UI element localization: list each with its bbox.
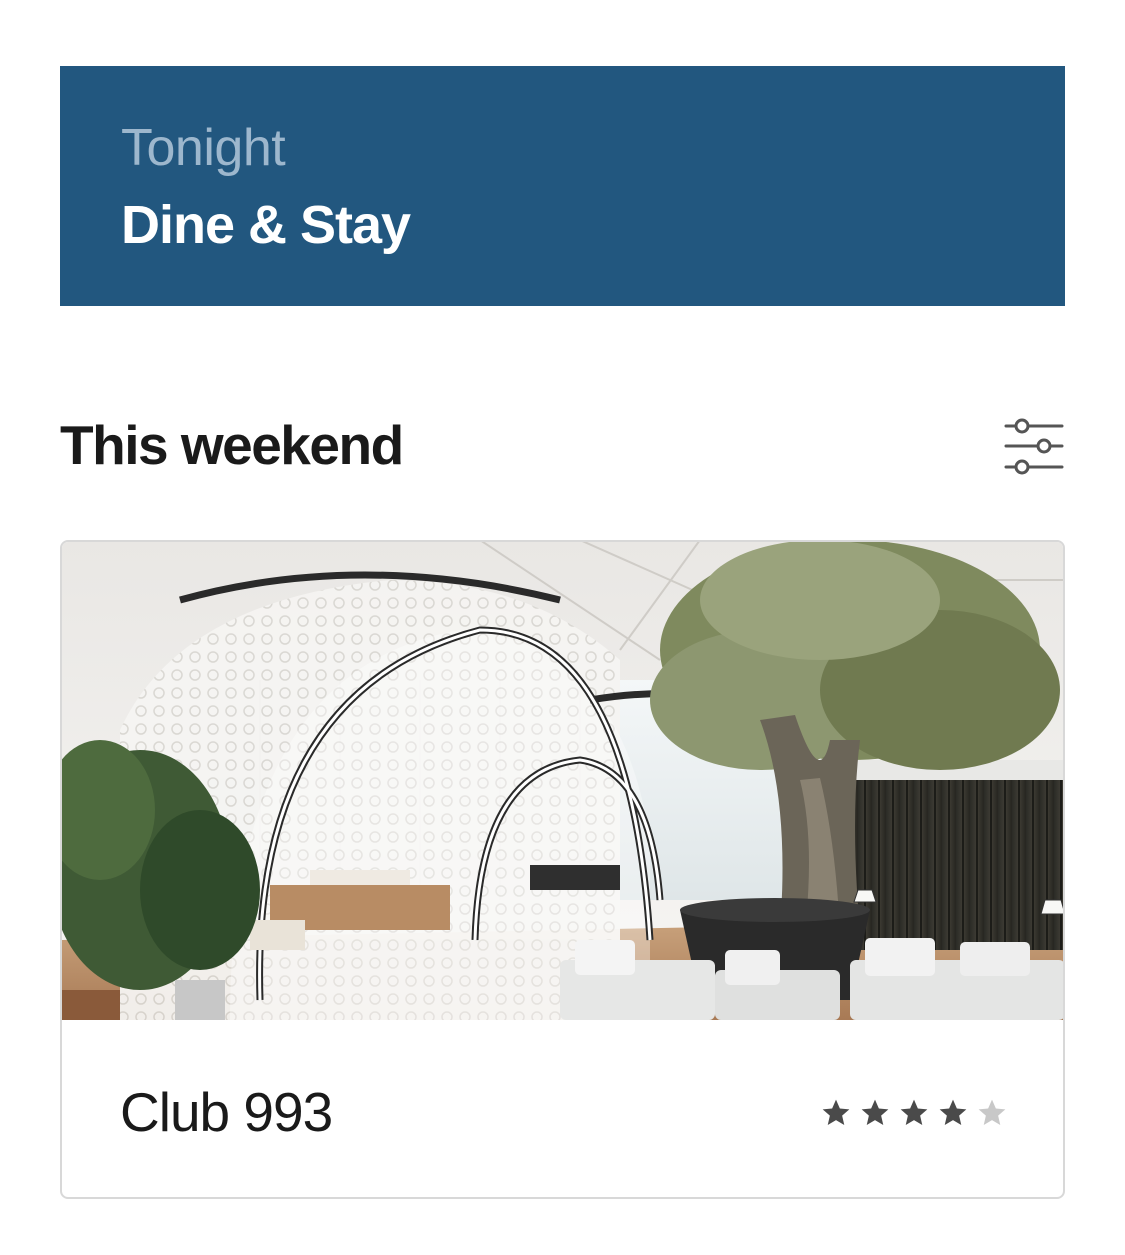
star-empty-icon	[978, 1099, 1006, 1125]
venue-name: Club 993	[120, 1081, 333, 1143]
venue-photo	[62, 542, 1063, 1020]
banner-title: Dine & Stay	[121, 195, 411, 255]
venue-card[interactable]: Club 993	[60, 540, 1065, 1199]
filter-button[interactable]	[996, 408, 1068, 480]
star-rating	[820, 1094, 1008, 1132]
sliders-icon	[1004, 418, 1064, 475]
star-filled-icon	[939, 1099, 967, 1125]
section-title: This weekend	[60, 414, 404, 476]
star-filled-icon	[861, 1099, 889, 1125]
banner-kicker: Tonight	[121, 119, 286, 177]
star-filled-icon	[900, 1099, 928, 1125]
dine-stay-banner[interactable]: Tonight Dine & Stay	[60, 66, 1065, 306]
star-filled-icon	[822, 1099, 850, 1125]
